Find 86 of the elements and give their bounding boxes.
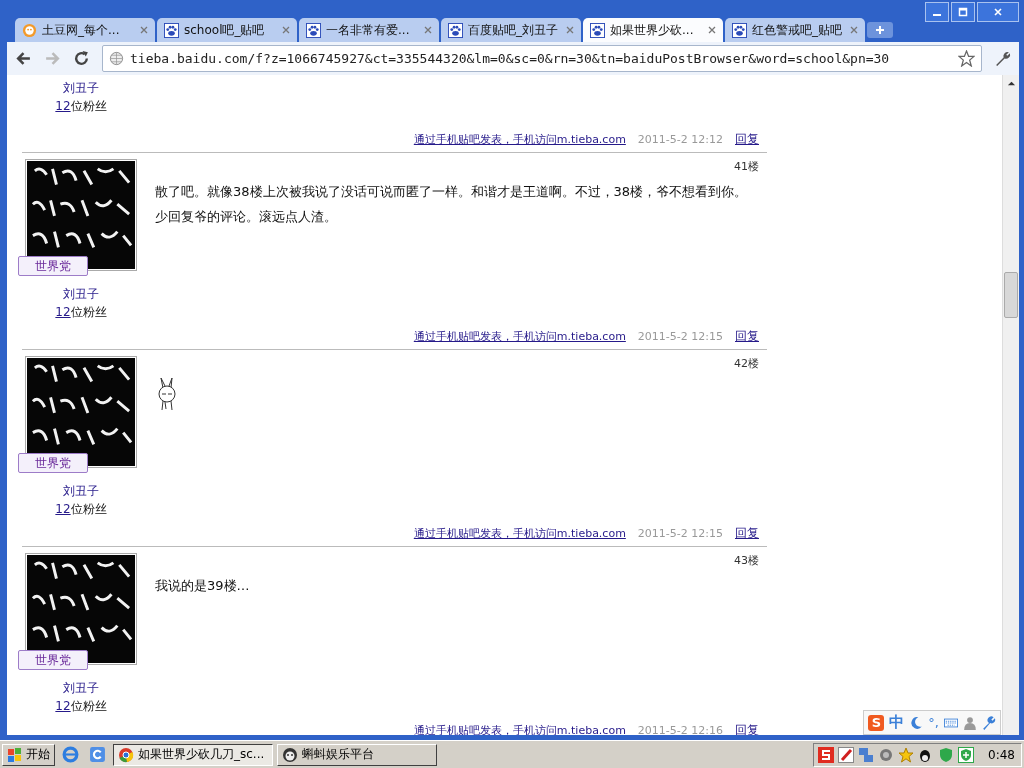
fans-label: 位粉丝 bbox=[70, 699, 107, 713]
post-time: 2011-5-2 12:12 bbox=[637, 133, 723, 146]
speaker-icon[interactable] bbox=[878, 746, 895, 763]
close-button[interactable] bbox=[977, 2, 1019, 22]
browser-tab[interactable]: 红色警戒吧_贴吧 bbox=[725, 18, 865, 42]
fans-count-link[interactable]: 12 bbox=[55, 699, 71, 713]
floor-number: 43楼 bbox=[734, 553, 759, 568]
face-icon bbox=[282, 746, 298, 763]
taskbar-button[interactable]: 如果世界少砍几刀_sc... bbox=[113, 743, 273, 766]
moon-icon[interactable] bbox=[909, 715, 924, 730]
close-icon bbox=[993, 7, 1003, 17]
reload-icon[interactable] bbox=[73, 50, 90, 67]
maximize-button[interactable] bbox=[951, 2, 975, 22]
new-tab-button[interactable] bbox=[867, 22, 893, 38]
smiley-icon bbox=[22, 22, 37, 38]
wrench-icon[interactable] bbox=[994, 50, 1011, 67]
punctuation-toggle[interactable]: °, bbox=[928, 715, 939, 730]
post-text: 散了吧。就像38楼上次被我说了没话可说而匿了一样。和谐才是王道啊。不过，38楼，爷不想看到你。少回复爷的评论。滚远点人渣。 bbox=[155, 183, 749, 226]
floor-number: 42楼 bbox=[734, 356, 759, 371]
minimize-button[interactable] bbox=[925, 2, 949, 22]
close-icon[interactable] bbox=[282, 26, 290, 34]
browser-tab[interactable]: 百度贴吧_刘丑子 bbox=[441, 18, 581, 42]
member-badge: 世界党 bbox=[18, 650, 88, 670]
clock: 0:48 bbox=[988, 747, 1015, 762]
ime-logo: S bbox=[868, 714, 885, 731]
fans-count-link[interactable]: 12 bbox=[55, 305, 71, 319]
pencil-icon[interactable] bbox=[838, 746, 855, 763]
start-button[interactable]: 开始 bbox=[2, 743, 55, 766]
fans-label: 位粉丝 bbox=[70, 305, 107, 319]
reply-link[interactable]: 回复 bbox=[735, 525, 759, 542]
browser-tab[interactable]: school吧_贴吧 bbox=[157, 18, 297, 42]
fans-count-link[interactable]: 12 bbox=[55, 502, 71, 516]
close-icon[interactable] bbox=[850, 26, 858, 34]
reply-link[interactable]: 回复 bbox=[735, 328, 759, 345]
reply-link[interactable]: 回复 bbox=[735, 722, 759, 735]
author-name[interactable]: 刘丑子 bbox=[63, 482, 99, 500]
maximize-icon bbox=[958, 7, 968, 17]
post-time: 2011-5-2 12:15 bbox=[637, 527, 723, 540]
close-icon[interactable] bbox=[708, 26, 716, 34]
globe-icon bbox=[109, 51, 124, 66]
back-icon[interactable] bbox=[15, 50, 32, 67]
source-link[interactable]: 通过手机贴吧发表，手机访问m.tieba.com bbox=[413, 526, 626, 541]
close-icon[interactable] bbox=[424, 26, 432, 34]
paw-icon bbox=[164, 22, 179, 38]
forward-icon[interactable] bbox=[44, 50, 61, 67]
post-time: 2011-5-2 12:15 bbox=[637, 330, 723, 343]
source-link[interactable]: 通过手机贴吧发表，手机访问m.tieba.com bbox=[413, 132, 626, 147]
scroll-up-icon[interactable] bbox=[1006, 79, 1016, 88]
close-icon[interactable] bbox=[566, 26, 574, 34]
star-icon[interactable] bbox=[898, 746, 915, 763]
floor-number: 41楼 bbox=[734, 159, 759, 174]
wrench-icon[interactable] bbox=[982, 715, 996, 730]
ime-mode-toggle[interactable]: 中 bbox=[889, 713, 905, 732]
source-link[interactable]: 通过手机贴吧发表，手机访问m.tieba.com bbox=[413, 723, 626, 735]
author-name[interactable]: 刘丑子 bbox=[63, 285, 99, 303]
post-time: 2011-5-2 12:16 bbox=[637, 724, 723, 735]
keyboard-icon[interactable] bbox=[944, 715, 958, 730]
paw-icon bbox=[590, 22, 605, 38]
paw-icon bbox=[732, 22, 747, 38]
star-icon[interactable] bbox=[958, 50, 975, 67]
paw-icon bbox=[448, 22, 463, 38]
member-badge: 世界党 bbox=[18, 256, 88, 276]
scroll-thumb[interactable] bbox=[1004, 272, 1018, 318]
plus-icon bbox=[875, 25, 885, 35]
browser-tab[interactable]: 土豆网_每个... bbox=[15, 18, 155, 42]
author-name[interactable]: 刘丑子 bbox=[63, 79, 99, 97]
network-icon[interactable] bbox=[858, 746, 875, 763]
post-text: 我说的是39楼… bbox=[155, 577, 251, 595]
paw-icon bbox=[306, 22, 321, 38]
reply-link[interactable]: 回复 bbox=[735, 131, 759, 148]
close-icon[interactable] bbox=[140, 26, 148, 34]
member-badge: 世界党 bbox=[18, 453, 88, 473]
fans-label: 位粉丝 bbox=[70, 502, 107, 516]
scrollbar[interactable] bbox=[1002, 75, 1019, 735]
source-link[interactable]: 通过手机贴吧发表，手机访问m.tieba.com bbox=[413, 329, 626, 344]
person-icon[interactable] bbox=[963, 715, 977, 730]
browser-tab[interactable]: 如果世界少砍... bbox=[583, 18, 723, 42]
browser-tab[interactable]: 一名非常有爱... bbox=[299, 18, 439, 42]
fans-count-link[interactable]: 12 bbox=[55, 99, 71, 113]
fans-label: 位粉丝 bbox=[70, 99, 107, 113]
shield-plus-icon[interactable] bbox=[958, 746, 975, 763]
minimize-icon bbox=[933, 14, 941, 16]
author-name[interactable]: 刘丑子 bbox=[63, 679, 99, 697]
taskbar-button[interactable]: 蝌蚪娱乐平台 bbox=[277, 743, 437, 766]
rabbit-emoticon-icon bbox=[157, 376, 177, 412]
address-bar[interactable]: tieba.baidu.com/f?z=1066745927&ct=335544320&lm=0&sc=0&rn=30&tn=baiduPostBrowser&word=school&pn=30 bbox=[102, 45, 982, 72]
